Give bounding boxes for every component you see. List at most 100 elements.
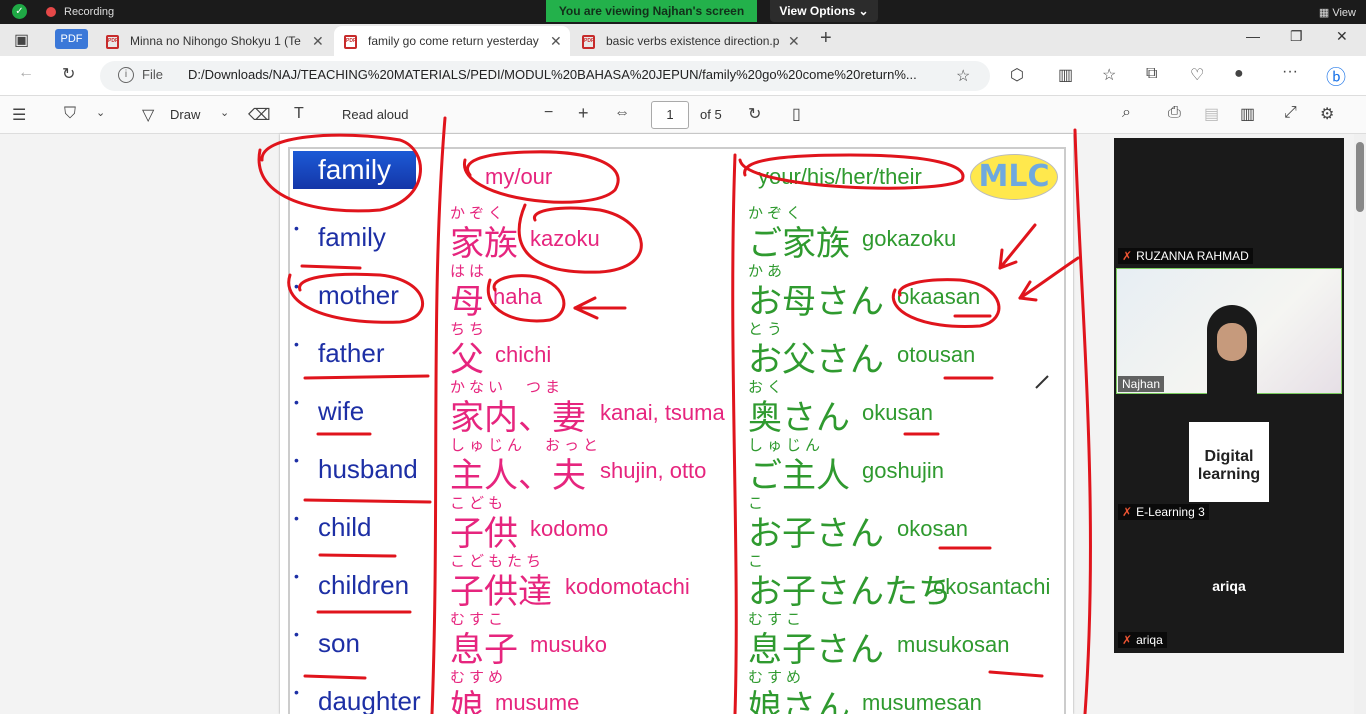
scrollbar[interactable] [1354, 134, 1366, 714]
close-icon[interactable]: ✕ [788, 26, 800, 56]
zoom-out-icon[interactable]: − [544, 104, 553, 122]
info-icon[interactable]: i [118, 67, 134, 83]
section-title: family [293, 151, 416, 189]
participant-name: ✗ E-Learning 3 [1118, 504, 1209, 520]
close-window-icon[interactable]: ✕ [1336, 28, 1348, 45]
participant-tile[interactable]: ariqa ✗ ariqa [1114, 522, 1344, 650]
recording-label: Recording [64, 6, 115, 18]
new-tab-icon[interactable]: + [820, 27, 832, 50]
row-bullet: • [294, 684, 299, 700]
your-kanji: ご家族 [748, 225, 850, 263]
chevron-down-icon[interactable]: ⌄ [96, 106, 105, 119]
my-kanji: 子供 [450, 515, 518, 553]
row-bullet: • [294, 452, 299, 468]
restore-icon[interactable]: ❐ [1290, 28, 1303, 45]
english-word: wife [318, 396, 365, 426]
favorite-star-icon[interactable]: ☆ [956, 66, 970, 86]
scrollbar-thumb[interactable] [1356, 142, 1364, 212]
close-icon[interactable]: ✕ [550, 26, 562, 56]
refresh-icon[interactable]: ↻ [62, 64, 75, 84]
your-kanji: ご主人 [748, 457, 850, 495]
my-kanji: 息子 [450, 631, 518, 669]
read-aloud-button[interactable]: Read aloud [342, 107, 409, 122]
my-kanji: 母 [450, 283, 484, 321]
fullscreen-icon[interactable]: ⤢ [1284, 104, 1297, 122]
chevron-down-icon[interactable]: ⌄ [220, 106, 229, 119]
my-romaji: chichi [495, 342, 552, 367]
your-kanji: お母さん [748, 283, 884, 321]
eraser-icon[interactable]: ⌫ [248, 105, 271, 125]
participant-name: Najhan [1118, 376, 1165, 392]
participant-name: ✗ ariqa [1118, 632, 1167, 648]
english-word: husband [318, 454, 418, 484]
pdf-file-icon: PDF [106, 35, 119, 49]
vocab-row: • wife かない つま 家内、妻 kanai, tsuma おく 奥さん okusan [280, 376, 1073, 437]
participants-panel: ✗ RUZANNA RAHMAD Najhan Digital learning … [1114, 138, 1344, 653]
back-icon[interactable]: ← [18, 64, 34, 82]
settings-gear-icon[interactable]: ⚙ [1320, 104, 1334, 124]
my-romaji: kazoku [530, 226, 600, 251]
vocab-row: • husband しゅじん おっと 主人、夫 shujin, otto しゅじん ご主人 g… [280, 434, 1073, 495]
draw-label[interactable]: Draw [170, 107, 200, 122]
save-icon[interactable]: ▤ [1204, 104, 1219, 124]
tab-basic-verbs[interactable]: PDF basic verbs existence direction.p ✕ [572, 26, 808, 56]
profile-avatar[interactable]: ● [1234, 65, 1244, 83]
contents-icon[interactable]: ☰ [12, 105, 26, 125]
tab-family[interactable]: PDF family go come return yesterday ✕ [334, 26, 570, 56]
vocab-row: • child こども 子供 kodomo こお子さん okosan [280, 492, 1073, 553]
participant-tile[interactable]: ✗ RUZANNA RAHMAD [1114, 138, 1344, 266]
minimize-icon[interactable]: — [1246, 28, 1260, 44]
page-view-icon[interactable]: ▯ [792, 104, 801, 124]
vocab-row: • mother はは母 haha かあ お母さん okaasan [280, 260, 1073, 321]
collections-icon[interactable]: ⧉ [1146, 65, 1157, 83]
mlc-logo: MLC [970, 154, 1058, 200]
row-bullet: • [294, 336, 299, 352]
my-kanji: 子供達 [450, 573, 552, 611]
vocab-row: • father ちち父 chichi とう お父さん otousan [280, 318, 1073, 379]
url-text[interactable]: D:/Downloads/NAJ/TEACHING%20MATERIALS/PE… [188, 67, 948, 82]
fit-page-icon[interactable]: ⇔ [614, 104, 630, 122]
url-box[interactable]: i File D:/Downloads/NAJ/TEACHING%20MATER… [100, 61, 990, 91]
performance-icon[interactable]: ♡ [1190, 65, 1204, 85]
view-options-button[interactable]: View Options ⌄ [770, 0, 878, 22]
english-word: father [318, 338, 385, 368]
your-romaji: musumesan [862, 690, 982, 714]
split-screen-icon[interactable]: ▥ [1058, 65, 1073, 85]
zoom-in-icon[interactable]: + [578, 103, 589, 124]
address-bar-row: ← ↻ i File D:/Downloads/NAJ/TEACHING%20M… [0, 56, 1366, 96]
your-romaji: musukosan [897, 632, 1010, 657]
view-button[interactable]: ▦ View [1319, 6, 1356, 19]
your-kanji: 奥さん [748, 399, 850, 437]
participant-tile[interactable]: Najhan [1114, 266, 1344, 395]
your-kanji: お父さん [748, 341, 884, 379]
english-word: son [318, 628, 360, 658]
page-number-input[interactable]: 1 [651, 101, 689, 129]
favorites-icon[interactable]: ☆ [1102, 65, 1116, 85]
pdf-toolbar: ☰ ⛉ ⌄ ▽ Draw ⌄ ⌫ T Read aloud − + ⇔ 1 of… [0, 96, 1366, 134]
rotate-icon[interactable]: ↻ [748, 104, 761, 124]
tab-actions-icon[interactable]: ▣ [14, 30, 29, 50]
search-icon[interactable]: ⌕ [1122, 104, 1131, 122]
my-kanji: 家族 [450, 225, 518, 263]
tab-minna[interactable]: PDF Minna no Nihongo Shokyu 1 (Te ✕ [96, 26, 332, 56]
security-shield-icon[interactable]: ✓ [12, 4, 27, 19]
digital-learning-logo: Digital learning [1189, 422, 1269, 502]
tab-label: family go come return yesterday [368, 34, 539, 48]
draw-icon[interactable]: ▽ [142, 105, 154, 125]
your-romaji: gokazoku [862, 226, 957, 251]
your-romaji: okaasan [897, 284, 981, 309]
print-icon[interactable]: ⎙ [1168, 104, 1181, 122]
close-icon[interactable]: ✕ [312, 26, 324, 56]
save-as-icon[interactable]: ▥ [1240, 104, 1255, 124]
extensions-icon[interactable]: ⬡ [1010, 65, 1024, 85]
highlight-icon[interactable]: ⛉ [64, 105, 76, 123]
pdf-file-icon: PDF [344, 35, 357, 49]
text-box-icon[interactable]: T [294, 105, 304, 123]
more-options-icon[interactable]: ··· [1282, 63, 1298, 81]
bing-copilot-icon[interactable]: ⓑ [1326, 61, 1346, 90]
row-bullet: • [294, 568, 299, 584]
view-button-label: View [1332, 7, 1356, 19]
mic-muted-icon: ✗ [1122, 505, 1133, 519]
participant-tile[interactable]: Digital learning ✗ E-Learning 3 [1114, 394, 1344, 522]
english-word: children [318, 570, 410, 600]
